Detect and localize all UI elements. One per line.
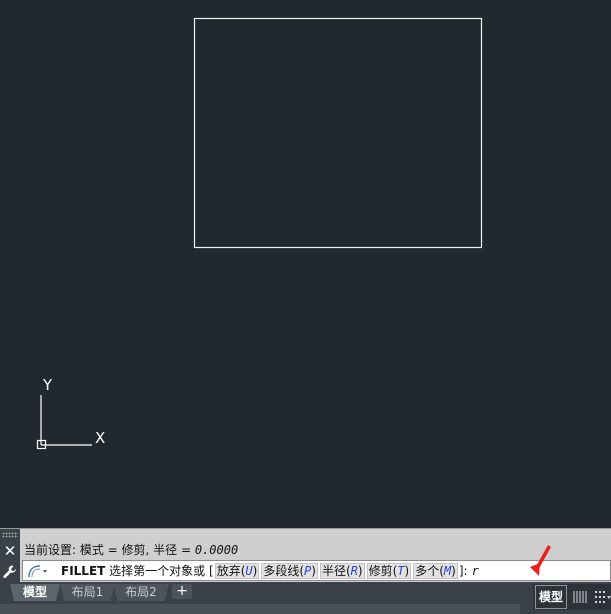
prompt-bracket-open: [ <box>209 564 214 578</box>
tab-model[interactable]: 模型 <box>10 584 60 601</box>
wrench-icon[interactable] <box>2 564 18 580</box>
ucs-x-label: X <box>95 429 105 447</box>
option-undo[interactable]: 放弃(U) <box>214 563 260 579</box>
canvas-svg: Y X <box>36 17 483 450</box>
history-text: 当前设置: 模式 = 修剪, 半径 = <box>24 543 195 557</box>
grid-icon[interactable] <box>571 588 589 606</box>
drawing-canvas[interactable]: Y X <box>0 0 611 528</box>
ucs-y-label: Y <box>42 376 53 394</box>
option-multiple[interactable]: 多个(M) <box>413 563 458 579</box>
tab-layout2[interactable]: 布局2 <box>113 584 169 601</box>
model-space-button[interactable]: 模型 <box>534 585 567 609</box>
option-radius[interactable]: 半径(R) <box>319 563 365 579</box>
command-history: 当前设置: 模式 = 修剪, 半径 = 0.0000 <box>24 541 238 558</box>
typed-input[interactable]: r <box>472 564 479 578</box>
ucs-icon: Y X <box>36 376 105 450</box>
fillet-command-icon[interactable] <box>26 563 48 579</box>
status-tools: 模型 <box>532 584 611 610</box>
prompt-text: 选择第一个对象或 <box>109 564 206 578</box>
drawn-rectangle[interactable] <box>193 17 483 249</box>
option-polyline[interactable]: 多段线(P) <box>261 563 318 579</box>
grip-icon[interactable] <box>2 532 18 538</box>
command-panel: ✕ 当前设置: 模式 = 修剪, 半径 = 0.0000 FILLET 选择第一… <box>0 528 611 583</box>
snap-icon[interactable] <box>593 588 611 606</box>
tab-layout1[interactable]: 布局1 <box>60 584 115 601</box>
command-name: FILLET <box>61 564 106 578</box>
autocad-window: Y X ✕ 当前设置: 模式 = 修剪, 半径 = 0.0000 FILLET … <box>0 0 611 614</box>
command-prompt: FILLET 选择第一个对象或 [放弃(U) 多段线(P) 半径(R) 修剪(T) 多个… <box>61 563 479 579</box>
scroll-strip <box>0 604 520 614</box>
add-layout-button[interactable]: + <box>172 584 192 599</box>
annotation-arrow-input <box>530 545 551 576</box>
close-icon[interactable]: ✕ <box>0 542 20 560</box>
command-panel-handle[interactable]: ✕ <box>0 529 20 583</box>
history-radius-value: 0.0000 <box>194 543 239 557</box>
option-trim[interactable]: 修剪(T) <box>366 563 412 579</box>
prompt-bracket-close: ]: <box>458 564 468 578</box>
